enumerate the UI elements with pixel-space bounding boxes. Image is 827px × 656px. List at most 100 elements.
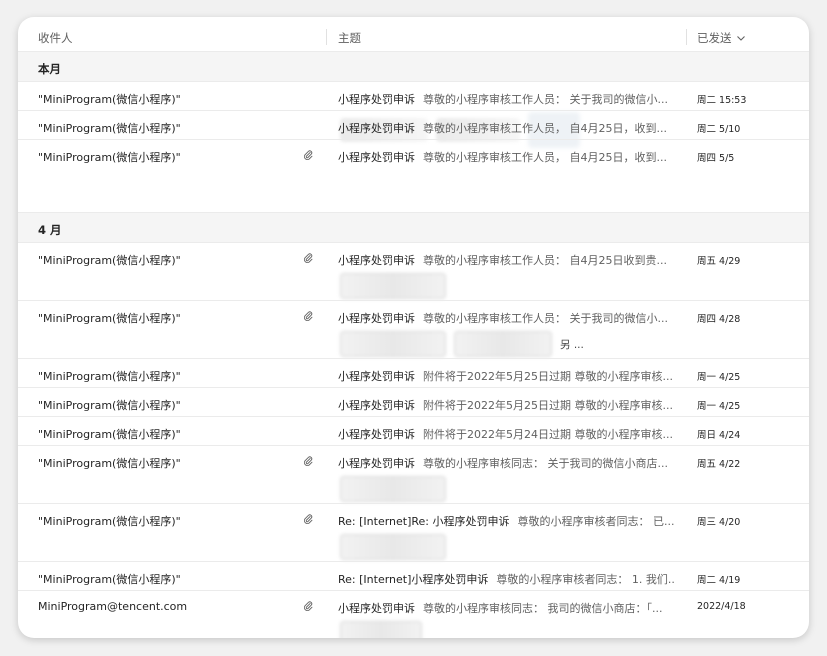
message-sender: "MiniProgram(微信小程序)" <box>38 122 181 135</box>
message-subject: 小程序处罚申诉 尊敬的小程序审核工作人员： 关于我司的微信小... <box>338 310 676 326</box>
group-header[interactable]: 4 月 <box>18 212 809 242</box>
message-subject: 小程序处罚申诉 尊敬的小程序审核同志： 关于我司的微信小商店... <box>338 455 676 471</box>
message-date: 周四 4/28 <box>697 314 741 325</box>
attachment-chip[interactable] <box>454 331 552 357</box>
message-row[interactable]: "MiniProgram(微信小程序)" 小程序处罚申诉 尊敬的小程序审核工作人员：… <box>18 242 809 300</box>
message-subject-text: 小程序处罚申诉 <box>338 312 415 325</box>
message-sender: "MiniProgram(微信小程序)" <box>38 573 181 586</box>
message-preview: 附件将于2022年5月25日过期 尊敬的小程序审核... <box>423 370 673 383</box>
message-preview: 尊敬的小程序审核工作人员： 关于我司的微信小... <box>423 312 668 325</box>
paperclip-icon <box>302 600 314 612</box>
message-preview: 尊敬的小程序审核工作人员： 关于我司的微信小... <box>423 93 668 106</box>
paperclip-icon <box>302 455 314 467</box>
paperclip-icon <box>302 149 314 161</box>
column-header: 收件人 主题 已发送 <box>18 17 809 51</box>
message-subject-text: Re: [Internet]小程序处罚申诉 <box>338 573 489 586</box>
message-date: 周五 4/29 <box>697 256 741 267</box>
message-date: 周二 5/10 <box>697 124 741 135</box>
message-row[interactable]: "MiniProgram(微信小程序)" Re: [Internet]Re: 小程… <box>18 503 809 561</box>
message-sender: "MiniProgram(微信小程序)" <box>38 428 181 441</box>
group-label: 本月 <box>38 62 61 76</box>
group-label: 4 月 <box>38 223 62 237</box>
message-row[interactable]: "MiniProgram(微信小程序)" 小程序处罚申诉 尊敬的小程序审核工作人员，… <box>18 110 809 139</box>
message-preview: 尊敬的小程序审核同志： 我司的微信小商店：「... <box>423 602 663 615</box>
message-date: 周四 5/5 <box>697 153 735 164</box>
message-subject: 小程序处罚申诉 尊敬的小程序审核工作人员， 自4月25日，收到... <box>338 149 676 165</box>
column-sent-label: 已发送 <box>697 31 732 45</box>
message-row[interactable]: "MiniProgram(微信小程序)" 小程序处罚申诉 尊敬的小程序审核同志： 关… <box>18 445 809 503</box>
message-subject: 小程序处罚申诉 尊敬的小程序审核工作人员， 自4月25日，收到... <box>338 120 676 136</box>
attachment-previews <box>340 534 446 560</box>
message-row[interactable]: "MiniProgram(微信小程序)" Re: [Internet]小程序处罚申… <box>18 561 809 590</box>
attachment-chip[interactable] <box>340 621 422 638</box>
message-preview: 附件将于2022年5月25日过期 尊敬的小程序审核... <box>423 399 673 412</box>
message-list: 收件人 主题 已发送 本月 "MiniProgram(微信小程序)" 小程序处罚申诉… <box>18 17 809 638</box>
message-row[interactable]: "MiniProgram(微信小程序)" 小程序处罚申诉 附件将于2022年5月25… <box>18 358 809 387</box>
chevron-down-icon <box>736 36 745 41</box>
message-subject-text: 小程序处罚申诉 <box>338 151 415 164</box>
message-date: 2022/4/18 <box>697 601 746 612</box>
column-sent[interactable]: 已发送 <box>697 30 746 46</box>
message-sender: "MiniProgram(微信小程序)" <box>38 312 181 325</box>
attachment-previews: 另 ... <box>340 331 584 357</box>
message-preview: 尊敬的小程序审核工作人员： 自4月25日收到贵... <box>423 254 667 267</box>
message-subject-text: 小程序处罚申诉 <box>338 122 415 135</box>
message-subject-text: 小程序处罚申诉 <box>338 254 415 267</box>
paperclip-icon <box>302 252 314 264</box>
message-date: 周一 4/25 <box>697 401 741 412</box>
message-subject-text: 小程序处罚申诉 <box>338 370 415 383</box>
message-row[interactable]: MiniProgram@tencent.com 小程序处罚申诉 尊敬的小程序审核同志… <box>18 590 809 638</box>
message-sender: "MiniProgram(微信小程序)" <box>38 370 181 383</box>
message-date: 周二 4/19 <box>697 575 741 586</box>
message-subject-text: 小程序处罚申诉 <box>338 602 415 615</box>
attachment-chip[interactable] <box>340 331 446 357</box>
message-subject-text: 小程序处罚申诉 <box>338 428 415 441</box>
attachment-chip[interactable] <box>340 273 446 299</box>
message-subject: 小程序处罚申诉 附件将于2022年5月25日过期 尊敬的小程序审核... <box>338 368 676 384</box>
message-subject: 小程序处罚申诉 尊敬的小程序审核同志： 我司的微信小商店：「... <box>338 600 676 616</box>
message-subject: Re: [Internet]小程序处罚申诉 尊敬的小程序审核者同志： 1. 我们.… <box>338 571 676 587</box>
paperclip-icon <box>302 513 314 525</box>
message-subject: 小程序处罚申诉 附件将于2022年5月25日过期 尊敬的小程序审核... <box>338 397 676 413</box>
message-subject-text: 小程序处罚申诉 <box>338 399 415 412</box>
message-date: 周三 4/20 <box>697 517 741 528</box>
attachment-previews <box>340 273 446 299</box>
message-sender: "MiniProgram(微信小程序)" <box>38 399 181 412</box>
message-row[interactable]: "MiniProgram(微信小程序)" 小程序处罚申诉 附件将于2022年5月25… <box>18 387 809 416</box>
message-preview: 附件将于2022年5月24日过期 尊敬的小程序审核... <box>423 428 673 441</box>
message-preview: 尊敬的小程序审核工作人员， 自4月25日，收到... <box>423 122 667 135</box>
message-date: 周一 4/25 <box>697 372 741 383</box>
message-date: 周二 15:53 <box>697 95 747 106</box>
message-row[interactable]: "MiniProgram(微信小程序)" 小程序处罚申诉 尊敬的小程序审核工作人员：… <box>18 300 809 358</box>
message-preview: 尊敬的小程序审核者同志： 1. 我们... <box>496 573 676 586</box>
message-row[interactable]: "MiniProgram(微信小程序)" 小程序处罚申诉 尊敬的小程序审核工作人员，… <box>18 139 809 212</box>
attachment-previews <box>340 476 446 502</box>
message-sender: "MiniProgram(微信小程序)" <box>38 254 181 267</box>
message-subject: 小程序处罚申诉 附件将于2022年5月24日过期 尊敬的小程序审核... <box>338 426 676 442</box>
message-subject: Re: [Internet]Re: 小程序处罚申诉 尊敬的小程序审核者同志： 已.… <box>338 513 676 529</box>
more-attachments-label[interactable]: 另 ... <box>560 337 584 352</box>
attachment-chip[interactable] <box>340 476 446 502</box>
message-sender: "MiniProgram(微信小程序)" <box>38 151 181 164</box>
message-sender: "MiniProgram(微信小程序)" <box>38 93 181 106</box>
message-subject-text: Re: [Internet]Re: 小程序处罚申诉 <box>338 515 510 528</box>
message-sender: "MiniProgram(微信小程序)" <box>38 515 181 528</box>
message-sender: "MiniProgram(微信小程序)" <box>38 457 181 470</box>
message-subject: 小程序处罚申诉 尊敬的小程序审核工作人员： 自4月25日收到贵... <box>338 252 676 268</box>
message-subject-text: 小程序处罚申诉 <box>338 457 415 470</box>
message-date: 周日 4/24 <box>697 430 741 441</box>
column-subject[interactable]: 主题 <box>338 30 361 46</box>
message-sender: MiniProgram@tencent.com <box>38 600 188 613</box>
group-header[interactable]: 本月 <box>18 51 809 81</box>
message-preview: 尊敬的小程序审核同志： 关于我司的微信小商店... <box>423 457 668 470</box>
message-groups: 本月 "MiniProgram(微信小程序)" 小程序处罚申诉 尊敬的小程序审核工作人… <box>18 51 809 638</box>
column-divider[interactable] <box>326 29 327 45</box>
attachment-previews <box>340 621 422 638</box>
column-to[interactable]: 收件人 <box>38 30 73 46</box>
message-row[interactable]: "MiniProgram(微信小程序)" 小程序处罚申诉 附件将于2022年5月24… <box>18 416 809 445</box>
attachment-chip[interactable] <box>340 534 446 560</box>
paperclip-icon <box>302 310 314 322</box>
column-divider[interactable] <box>686 29 687 45</box>
message-row[interactable]: "MiniProgram(微信小程序)" 小程序处罚申诉 尊敬的小程序审核工作人员：… <box>18 81 809 148</box>
message-date: 周五 4/22 <box>697 459 741 470</box>
